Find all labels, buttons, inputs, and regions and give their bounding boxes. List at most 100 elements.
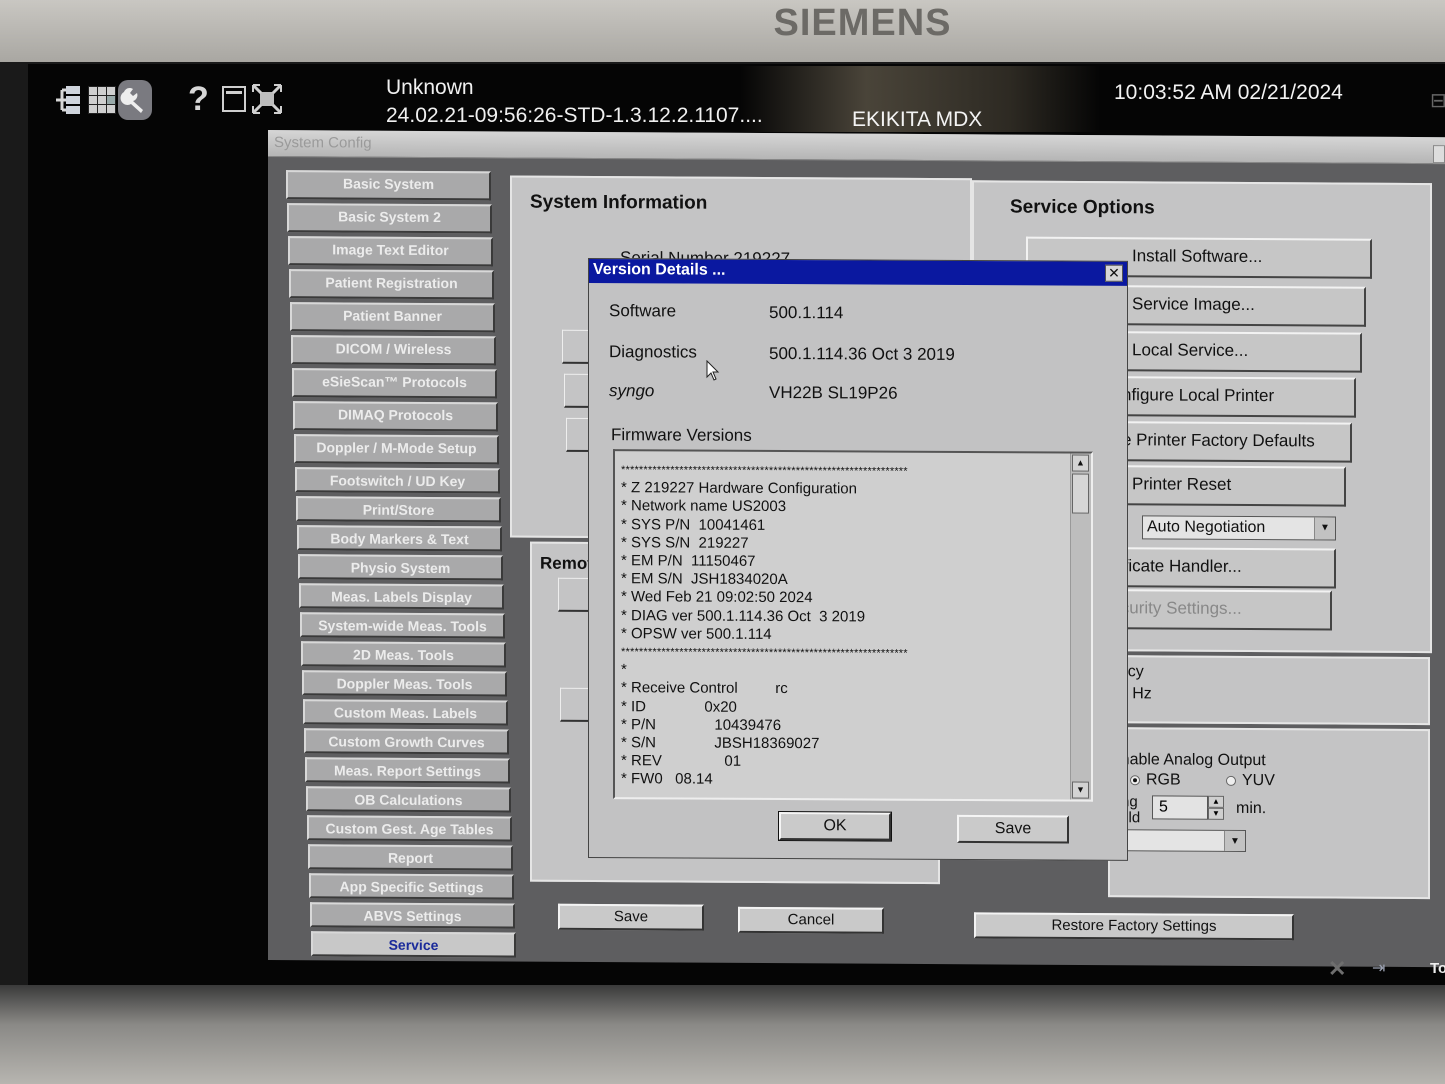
syngo-label: syngo	[609, 381, 655, 401]
wrench-icon[interactable]	[118, 80, 152, 120]
panel-toggle-icon[interactable]: ⊟	[1430, 88, 1445, 113]
scroll-up-icon[interactable]: ▲	[1072, 454, 1089, 472]
config-nav: Basic System Basic System 2 Image Text Edi…	[286, 170, 518, 961]
patient-name: Unknown	[386, 76, 474, 99]
yuv-radio[interactable]	[1226, 775, 1236, 786]
nav-item-meas-report-settings[interactable]: Meas. Report Settings	[305, 757, 510, 784]
nav-item-report[interactable]: Report	[308, 844, 513, 871]
cancel-button[interactable]: Cancel	[738, 906, 884, 934]
firmware-versions-textbox[interactable]: ****************************************…	[613, 449, 1093, 802]
brand-logo: SIEMENS	[773, 2, 952, 44]
firmware-line: * Receive Control rc	[621, 679, 788, 698]
spin-down-icon[interactable]: ▼	[1208, 807, 1224, 820]
link-speed-select[interactable]: Auto Negotiation ▼	[1142, 515, 1336, 541]
dialog-titlebar[interactable]: Version Details ... ✕	[589, 259, 1127, 286]
firmware-line: * EM S/N JSH1834020A	[621, 570, 788, 589]
remote-heading: Remot	[540, 553, 593, 573]
nav-item-basic-system-2[interactable]: Basic System 2	[287, 203, 492, 234]
version-details-dialog: Version Details ... ✕ Software 500.1.114…	[588, 258, 1128, 861]
warning-threshold-input[interactable]: 5	[1152, 795, 1208, 820]
ok-button[interactable]: OK	[778, 810, 892, 842]
firmware-line: * DIAG ver 500.1.114.36 Oct 3 2019	[621, 606, 866, 626]
frequency-panel: ency 60 Hz	[1108, 655, 1430, 726]
firmware-line: * OPSW ver 500.1.114	[621, 625, 772, 643]
monitor-bezel-top: SIEMENS	[0, 0, 1445, 62]
nav-item-2d-meas-tools[interactable]: 2D Meas. Tools	[301, 641, 506, 668]
nav-item-body-markers-text[interactable]: Body Markers & Text	[297, 525, 502, 552]
nav-item-basic-system[interactable]: Basic System	[286, 170, 491, 201]
restore-factory-settings-button[interactable]: Restore Factory Settings	[974, 912, 1294, 941]
nav-item-image-text-editor[interactable]: Image Text Editor	[288, 236, 493, 267]
grid-icon[interactable]	[88, 86, 116, 114]
close-icon[interactable]: ✕	[1105, 264, 1123, 282]
firmware-line: *	[621, 661, 627, 679]
firmware-line: * REV 01	[621, 752, 742, 771]
help-icon[interactable]: ?	[188, 80, 209, 119]
firmware-line: * ID 0x20	[621, 697, 737, 716]
firmware-versions-label: Firmware Versions	[611, 425, 752, 445]
dialog-title: Version Details ...	[593, 261, 726, 279]
firmware-line: * EM P/N 11150467	[621, 552, 756, 570]
firmware-line: * SYS P/N 10041461	[621, 515, 766, 534]
nav-item-custom-gest-age-tables[interactable]: Custom Gest. Age Tables	[307, 815, 512, 842]
software-label: Software	[609, 301, 677, 321]
nav-item-app-specific-settings[interactable]: App Specific Settings	[309, 873, 514, 900]
fullscreen-icon[interactable]	[252, 84, 282, 114]
diagnostics-value: 500.1.114.36 Oct 3 2019	[769, 343, 955, 364]
link-speed-value: Auto Negotiation	[1147, 518, 1266, 537]
nav-item-abvs-settings[interactable]: ABVS Settings	[310, 902, 515, 929]
tray-label: To	[1430, 960, 1445, 977]
diagnostics-label: Diagnostics	[609, 342, 697, 362]
syngo-value: VH22B SL19P26	[769, 382, 898, 403]
nav-item-physio-system[interactable]: Physio System	[298, 554, 503, 581]
vertical-scrollbar[interactable]: ▲ ▼	[1070, 453, 1091, 800]
nav-item-custom-meas-labels[interactable]: Custom Meas. Labels	[303, 699, 508, 726]
enable-analog-output-label: Enable Analog Output	[1110, 751, 1266, 770]
system-config-title: System Config	[274, 134, 372, 152]
service-options-heading: Service Options	[1010, 196, 1155, 219]
rgb-label: RGB	[1146, 771, 1181, 789]
firmware-line: ****************************************…	[621, 646, 908, 660]
scroll-down-icon[interactable]: ▼	[1072, 781, 1089, 799]
scroll-thumb[interactable]	[1072, 473, 1089, 514]
firmware-line: * Wed Feb 21 09:02:50 2024	[621, 588, 813, 607]
nav-item-ob-calculations[interactable]: OB Calculations	[306, 786, 511, 813]
nav-item-custom-growth-curves[interactable]: Custom Growth Curves	[304, 728, 509, 755]
nav-item-meas-labels-display[interactable]: Meas. Labels Display	[299, 583, 504, 610]
chevron-down-icon[interactable]: ▼	[1224, 830, 1245, 851]
system-config-titlebar: System Config	[268, 130, 1445, 165]
firmware-line: * P/N 10439476	[621, 716, 782, 734]
firmware-lines: ****************************************…	[621, 461, 1061, 791]
chevron-down-icon[interactable]: ▼	[1314, 517, 1335, 540]
system-information-heading: System Information	[530, 191, 708, 214]
date-time: 10:03:52 AM 02/21/2024	[1114, 81, 1343, 104]
nav-item-dimaq-protocols[interactable]: DIMAQ Protocols	[293, 401, 498, 432]
firmware-line: * S/N JBSH18369027	[621, 734, 820, 753]
rgb-radio[interactable]	[1130, 775, 1140, 786]
nav-item-service[interactable]: Service	[311, 931, 516, 958]
save-button[interactable]: Save	[558, 903, 704, 931]
nav-item-dicom-wireless[interactable]: DICOM / Wireless	[291, 335, 496, 366]
network-icon[interactable]	[54, 84, 84, 116]
yuv-label: YUV	[1242, 771, 1275, 790]
window-icon[interactable]	[222, 86, 246, 112]
dialog-save-button[interactable]: Save	[957, 814, 1069, 844]
software-value: 500.1.114	[769, 302, 844, 323]
close-icon[interactable]: ✕	[1328, 956, 1346, 982]
nav-item-esiescan-protocols[interactable]: eSieScan™ Protocols	[292, 368, 497, 399]
nav-item-doppler-m-mode-setup[interactable]: Doppler / M-Mode Setup	[294, 434, 499, 465]
nav-item-print-store[interactable]: Print/Store	[296, 496, 501, 523]
study-id: 24.02.21-09:56:26-STD-1.3.12.2.1107....	[386, 104, 763, 127]
firmware-line: ****************************************…	[621, 464, 908, 478]
nav-item-patient-banner[interactable]: Patient Banner	[290, 302, 495, 333]
nav-item-doppler-meas-tools[interactable]: Doppler Meas. Tools	[302, 670, 507, 697]
nav-item-patient-registration[interactable]: Patient Registration	[289, 269, 494, 300]
nav-item-footswitch-ud-key[interactable]: Footswitch / UD Key	[295, 467, 500, 494]
swap-icon[interactable]: ⇥	[1372, 958, 1385, 978]
nav-item-system-wide-meas-tools[interactable]: System-wide Meas. Tools	[300, 612, 505, 639]
close-icon[interactable]	[1433, 145, 1445, 164]
mouse-cursor-icon	[706, 359, 720, 382]
firmware-line: * FW0 08.14	[621, 770, 713, 789]
firmware-line: * Z 219227 Hardware Configuration	[621, 479, 857, 498]
spin-up-icon[interactable]: ▲	[1208, 795, 1224, 808]
